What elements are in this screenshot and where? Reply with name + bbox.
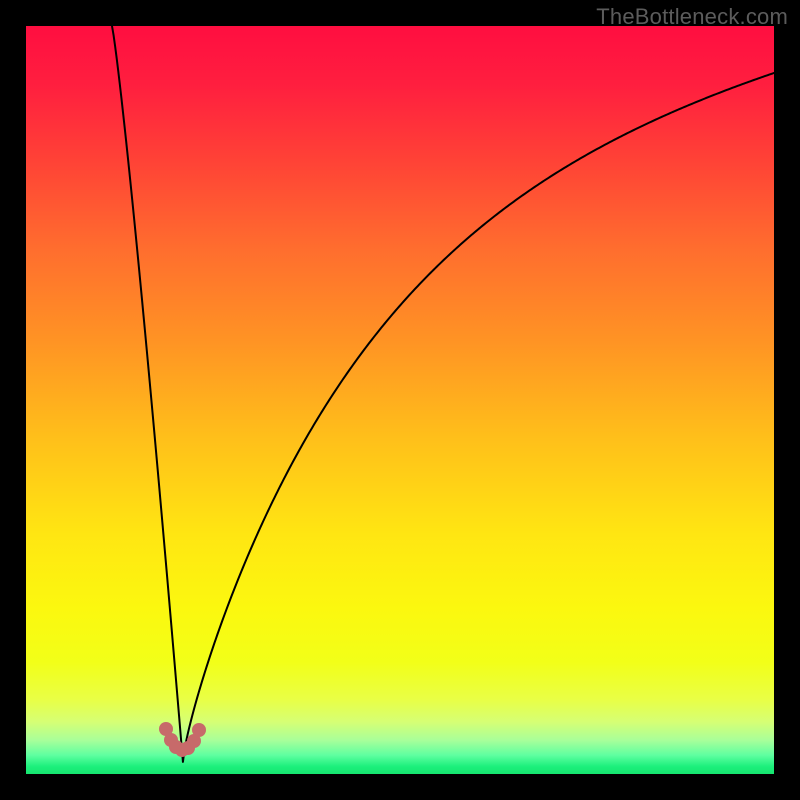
- watermark-text: TheBottleneck.com: [596, 4, 788, 30]
- chart-frame: TheBottleneck.com: [0, 0, 800, 800]
- gradient-background: [26, 26, 774, 774]
- optimal-marker: [192, 723, 206, 737]
- bottleneck-chart: [26, 26, 774, 774]
